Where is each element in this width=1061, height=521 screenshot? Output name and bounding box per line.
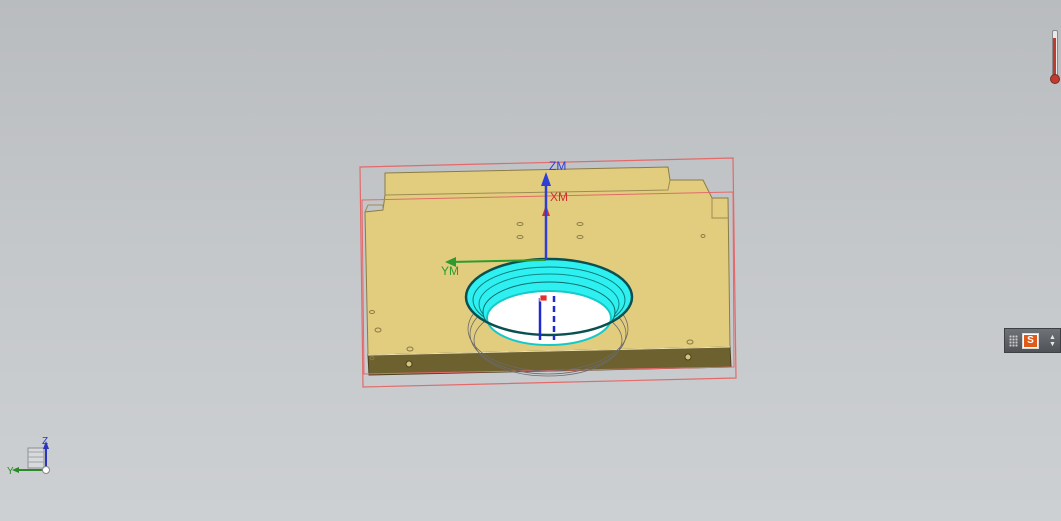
- triad-y-label: Y: [7, 466, 14, 477]
- wcs-y-label: YM: [441, 264, 459, 278]
- triad-z-label: Z: [42, 436, 49, 447]
- thermometer-icon[interactable]: [1050, 30, 1060, 86]
- toolbar-options-arrows-icon[interactable]: ▲ ▼: [1049, 334, 1056, 348]
- s-icon: S: [1024, 335, 1037, 347]
- model-scene[interactable]: [0, 0, 1061, 521]
- s-icon-button[interactable]: S: [1022, 333, 1039, 349]
- floating-mini-toolbar[interactable]: S ▲ ▼: [1004, 328, 1061, 353]
- toolbar-grip-handle[interactable]: [1009, 335, 1018, 347]
- wcs-x-label: XM: [550, 190, 568, 204]
- wcs-z-label: ZM: [549, 159, 567, 173]
- bore-origin-marker[interactable]: [539, 294, 548, 302]
- graphics-viewport[interactable]: ZM XM YM Z Y S ▲ ▼: [0, 0, 1061, 521]
